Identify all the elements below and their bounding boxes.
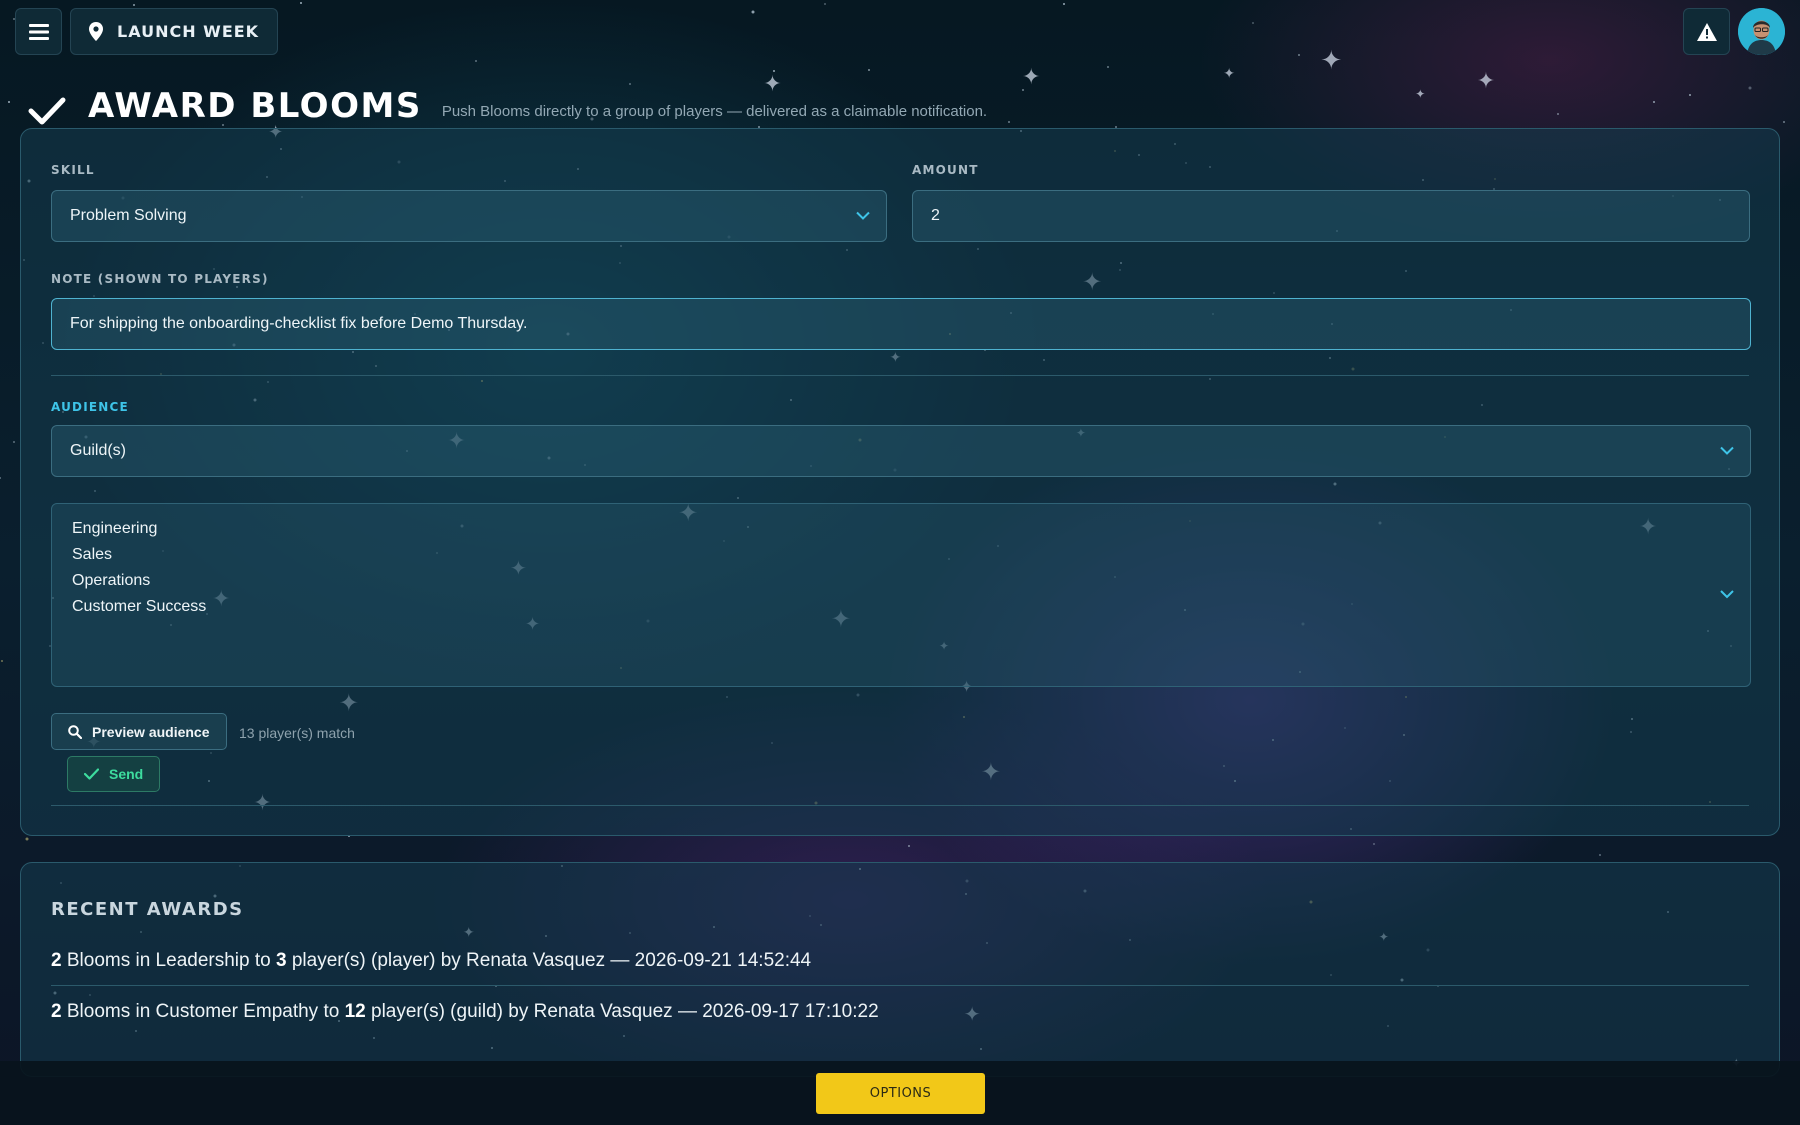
skill-select-value: Problem Solving	[70, 207, 187, 224]
checkmark-icon	[28, 97, 66, 125]
chevron-down-icon	[1720, 446, 1734, 455]
chevron-down-icon	[856, 211, 870, 220]
warning-icon	[1696, 22, 1717, 41]
note-input-value: For shipping the onboarding-checklist fi…	[70, 315, 528, 332]
award-player-count: 3	[275, 950, 287, 971]
award-text: Blooms in Leadership to	[61, 950, 276, 971]
dot-star	[1373, 842, 1376, 845]
avatar-icon	[1738, 8, 1785, 55]
dot-star	[1653, 101, 1656, 104]
dot-star	[475, 60, 478, 63]
dot-star	[868, 69, 871, 72]
guild-option-customer-success[interactable]: Customer Success	[52, 594, 1710, 620]
skill-label: SKILL	[51, 163, 95, 177]
dot-star	[1008, 121, 1011, 124]
form-bottom-divider	[51, 805, 1749, 806]
location-label: LAUNCH WEEK	[117, 22, 260, 41]
guild-multiselect[interactable]: Engineering Sales Operations Customer Su…	[51, 503, 1751, 687]
audience-select-value: Guild(s)	[70, 442, 127, 459]
award-row: 2 Blooms in Customer Empathy to 12 playe…	[51, 987, 1749, 1037]
dot-star	[132, 4, 135, 7]
search-icon	[68, 724, 82, 739]
recent-awards-panel: RECENT AWARDS 2 Blooms in Leadership to …	[20, 862, 1780, 1077]
dot-star	[1557, 112, 1560, 115]
preview-audience-label: Preview audience	[92, 723, 210, 740]
award-form-panel: SKILL Problem Solving AMOUNT 2 NOTE (SHO…	[20, 128, 1780, 836]
award-text: Blooms in Customer Empathy to	[61, 1001, 345, 1022]
dot-star	[0, 476, 2, 479]
award-amount: 2	[51, 1001, 62, 1022]
sparkle-star: ✦	[1223, 65, 1235, 81]
audience-select[interactable]: Guild(s)	[51, 425, 1751, 477]
sparkle-star: ✦	[1022, 64, 1041, 89]
dot-star	[1599, 854, 1601, 857]
dot-star	[299, 2, 302, 5]
guild-option-operations[interactable]: Operations	[52, 568, 1710, 594]
award-amount: 2	[51, 950, 62, 971]
send-label: Send	[109, 766, 144, 782]
guild-option-list: Engineering Sales Operations Customer Su…	[52, 516, 1710, 620]
award-player-count: 12	[344, 1001, 366, 1022]
guild-option-sales[interactable]: Sales	[52, 542, 1710, 568]
dot-star	[1106, 65, 1109, 68]
sparkle-star: ✦	[1476, 68, 1496, 93]
amount-input-value: 2	[931, 207, 940, 224]
dot-star	[1022, 89, 1025, 92]
hamburger-menu-icon	[28, 23, 49, 40]
dot-star	[1748, 86, 1752, 90]
preview-audience-button[interactable]: Preview audience	[51, 713, 227, 750]
sparkle-star: ✦	[1415, 87, 1426, 101]
amount-input[interactable]: 2	[912, 190, 1750, 242]
note-input[interactable]: For shipping the onboarding-checklist fi…	[51, 298, 1751, 350]
award-row: 2 Blooms in Leadership to 3 player(s) (p…	[51, 936, 1749, 986]
bottom-bar: OPTIONS	[0, 1061, 1800, 1125]
dot-star	[1298, 53, 1301, 56]
check-icon	[84, 768, 99, 780]
page-title: AWARD BLOOMS	[88, 86, 422, 126]
amount-label: AMOUNT	[912, 163, 979, 177]
audience-label: AUDIENCE	[51, 400, 129, 414]
dot-star	[1689, 93, 1692, 96]
dot-star	[1062, 2, 1065, 5]
send-button[interactable]: Send	[67, 756, 161, 792]
dot-star	[824, 2, 827, 5]
dot-star	[772, 70, 775, 73]
dot-star	[8, 100, 11, 103]
dot-star	[25, 837, 29, 841]
award-detail: player(s) (player) by Renata Vasquez — 2…	[286, 950, 812, 971]
form-divider	[51, 375, 1749, 376]
dot-star	[1783, 120, 1786, 123]
title-row: AWARD BLOOMS Push Blooms directly to a g…	[28, 86, 987, 126]
dot-star	[12, 440, 15, 443]
user-avatar[interactable]	[1738, 8, 1785, 55]
page-subtitle: Push Blooms directly to a group of playe…	[441, 103, 988, 120]
options-button[interactable]: OPTIONS	[816, 1073, 985, 1114]
award-detail: player(s) (guild) by Renata Vasquez — 20…	[365, 1001, 879, 1022]
chevron-down-icon	[1720, 590, 1734, 599]
dot-star	[908, 845, 911, 848]
location-button[interactable]: LAUNCH WEEK	[70, 8, 279, 55]
recent-awards-title: RECENT AWARDS	[51, 899, 244, 920]
map-pin-icon	[89, 22, 103, 41]
note-label: NOTE (SHOWN TO PLAYERS)	[51, 272, 269, 286]
skill-select[interactable]: Problem Solving	[51, 190, 887, 242]
menu-button[interactable]	[15, 8, 62, 55]
dot-star	[0, 660, 3, 663]
guild-option-engineering[interactable]: Engineering	[52, 516, 1710, 542]
audience-match-count: 13 player(s) match	[239, 725, 355, 741]
alert-button[interactable]	[1683, 8, 1730, 55]
top-bar: LAUNCH WEEK	[15, 8, 1785, 55]
